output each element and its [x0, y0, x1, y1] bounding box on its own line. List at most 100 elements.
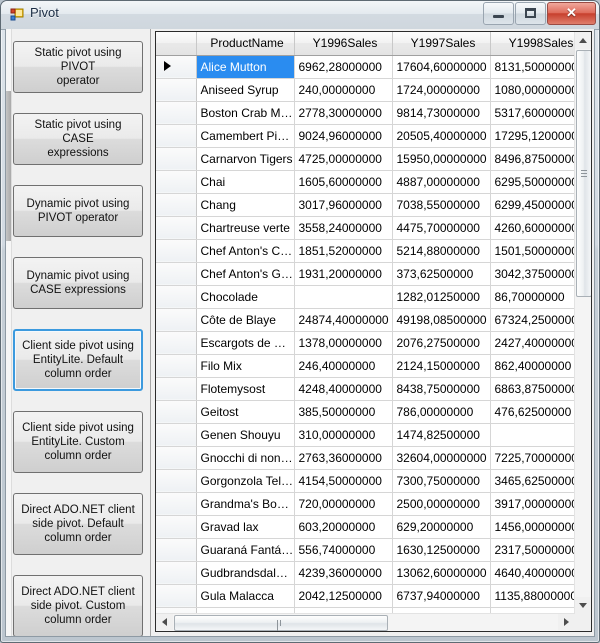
grid-cell[interactable]: 629,20000000 [392, 515, 491, 539]
grid-cell[interactable]: Filo Mix [196, 354, 295, 378]
row-header[interactable] [156, 515, 197, 539]
grid-cell[interactable]: 2124,15000000 [392, 354, 491, 378]
row-header[interactable] [156, 262, 197, 286]
scroll-left-button[interactable] [156, 614, 173, 630]
panel-scrollbar-thumb[interactable] [6, 91, 11, 241]
grid-cell[interactable]: 246,40000000 [294, 354, 393, 378]
grid-cell[interactable]: Escargots de Bo... [196, 331, 295, 355]
table-row[interactable]: Camembert Pierrot 9024,96000000 20505,4000… [156, 124, 575, 148]
grid-cell[interactable]: 862,40000000 [490, 354, 575, 378]
grid-cell[interactable]: 4239,36000000 [294, 561, 393, 585]
grid-cell[interactable]: 4154,50000000 [294, 469, 393, 493]
grid-cell[interactable]: 786,00000000 [392, 400, 491, 424]
grid-cell[interactable]: 3017,96000000 [294, 193, 393, 217]
row-header[interactable] [156, 400, 197, 424]
grid-cell[interactable]: 720,00000000 [294, 492, 393, 516]
grid-cell[interactable]: 1456,00000000 [490, 515, 575, 539]
grid-cell[interactable]: 1474,82500000 [392, 423, 491, 447]
maximize-button[interactable] [515, 2, 546, 25]
grid-cell[interactable]: 86,70000000 [490, 285, 575, 309]
title-bar[interactable]: Pivot ✕ [1, 1, 599, 30]
column-header-y1998sales[interactable]: Y1998Sales [490, 32, 575, 56]
table-row[interactable]: Chartreuse verte 3558,24000000 4475,700000… [156, 216, 575, 240]
table-row[interactable]: Côte de Blaye 24874,40000000 49198,0850000… [156, 308, 575, 332]
grid-cell[interactable]: Côte de Blaye [196, 308, 295, 332]
grid-cell[interactable]: 603,20000000 [294, 515, 393, 539]
row-header[interactable] [156, 354, 197, 378]
grid-cell[interactable]: 1282,01250000 [392, 285, 491, 309]
table-row[interactable]: Gudbrandsdalsost 4239,36000000 13062,60000… [156, 561, 575, 585]
table-row[interactable]: Alice Mutton 6962,28000000 17604,60000000 8… [156, 55, 575, 79]
grid-cell[interactable]: 2042,12500000 [294, 584, 393, 608]
grid-cell[interactable]: 310,00000000 [294, 423, 393, 447]
grid-cell[interactable]: 1378,00000000 [294, 331, 393, 355]
table-row[interactable]: Geitost 385,50000000 786,00000000 476,62500… [156, 400, 575, 424]
grid-cell[interactable]: 1605,60000000 [294, 170, 393, 194]
grid-cell[interactable]: 476,62500000 [490, 400, 575, 424]
grid-cell[interactable]: Chai [196, 170, 295, 194]
grid-cell[interactable]: 9814,73000000 [392, 101, 491, 125]
grid-cell[interactable]: 4260,60000000 [490, 216, 575, 240]
grid-cell[interactable]: Boston Crab Meat [196, 101, 295, 125]
grid-cell[interactable]: 20505,40000000 [392, 124, 491, 148]
grid-cell[interactable]: 556,74000000 [294, 538, 393, 562]
grid-cell[interactable]: 1851,52000000 [294, 239, 393, 263]
grid-cell[interactable]: 4475,70000000 [392, 216, 491, 240]
grid-cell[interactable]: 24874,40000000 [294, 308, 393, 332]
grid-cell[interactable]: 7300,75000000 [392, 469, 491, 493]
grid-cell[interactable]: 6299,45000000 [490, 193, 575, 217]
row-header[interactable] [156, 239, 197, 263]
grid-cell[interactable]: 3558,24000000 [294, 216, 393, 240]
grid-cell[interactable]: 1630,12500000 [392, 538, 491, 562]
grid-cell[interactable]: Flotemysost [196, 377, 295, 401]
grid-cell[interactable]: Chartreuse verte [196, 216, 295, 240]
row-header[interactable] [156, 584, 197, 608]
grid-cell[interactable]: 8438,75000000 [392, 377, 491, 401]
grid-cell[interactable]: 2763,36000000 [294, 446, 393, 470]
grid-cell[interactable]: 8131,50000000 [490, 55, 575, 79]
row-header[interactable] [156, 331, 197, 355]
button-entitylite-default-order[interactable]: Client side pivot using EntityLite. Defa… [13, 329, 143, 391]
row-header[interactable] [156, 193, 197, 217]
grid-cell[interactable]: Aniseed Syrup [196, 78, 295, 102]
grid-cell[interactable]: 4725,00000000 [294, 147, 393, 171]
table-row[interactable]: Chai 1605,60000000 4887,00000000 6295,50000… [156, 170, 575, 194]
table-row[interactable]: Gorgonzola Telino 4154,50000000 7300,75000… [156, 469, 575, 493]
grid-cell[interactable]: 4248,40000000 [294, 377, 393, 401]
row-header[interactable] [156, 285, 197, 309]
minimize-button[interactable] [483, 2, 514, 25]
grid-cell[interactable]: 17604,60000000 [392, 55, 491, 79]
table-row[interactable]: Chef Anton's Caj... 1851,52000000 5214,880… [156, 239, 575, 263]
button-entitylite-custom-order[interactable]: Client side pivot using EntityLite. Cust… [13, 411, 143, 473]
grid-cell[interactable]: 6737,94000000 [392, 584, 491, 608]
table-row[interactable]: Aniseed Syrup 240,00000000 1724,00000000 10… [156, 78, 575, 102]
grid-cell[interactable]: 1931,20000000 [294, 262, 393, 286]
grid-cell[interactable]: 2427,40000000 [490, 331, 575, 355]
grid-cell[interactable]: 15950,00000000 [392, 147, 491, 171]
grid-cell[interactable]: 2778,30000000 [294, 101, 393, 125]
panel-scrollbar[interactable] [6, 29, 12, 636]
grid-cell[interactable]: 9024,96000000 [294, 124, 393, 148]
grid-cell[interactable]: Gorgonzola Telino [196, 469, 295, 493]
scroll-right-button[interactable] [558, 614, 575, 630]
row-header[interactable] [156, 216, 197, 240]
scroll-down-button[interactable] [575, 597, 591, 614]
grid-cell[interactable]: 32604,00000000 [392, 446, 491, 470]
grid-cell[interactable]: Chocolade [196, 285, 295, 309]
grid-cell[interactable]: 5317,60000000 [490, 101, 575, 125]
grid-cell[interactable]: Chef Anton's Caj... [196, 239, 295, 263]
grid-cell[interactable]: Alice Mutton [196, 55, 295, 79]
grid-cell[interactable]: 4640,40000000 [490, 561, 575, 585]
row-header[interactable] [156, 377, 197, 401]
grid-select-all-header[interactable] [156, 32, 197, 56]
table-row[interactable]: Filo Mix 246,40000000 2124,15000000 862,400… [156, 354, 575, 378]
grid-cell[interactable]: 1135,88000000 [490, 584, 575, 608]
column-header-productname[interactable]: ProductName [196, 32, 295, 56]
column-header-y1997sales[interactable]: Y1997Sales [392, 32, 491, 56]
grid-cell[interactable]: 3917,00000000 [490, 492, 575, 516]
grid-cell[interactable]: 6295,50000000 [490, 170, 575, 194]
grid-cell[interactable]: 240,00000000 [294, 78, 393, 102]
grid-horizontal-scrollbar-thumb[interactable] [174, 615, 388, 631]
grid-cell[interactable]: 1501,50000000 [490, 239, 575, 263]
button-adonet-custom-order[interactable]: Direct ADO.NET client side pivot. Custom… [13, 575, 143, 636]
